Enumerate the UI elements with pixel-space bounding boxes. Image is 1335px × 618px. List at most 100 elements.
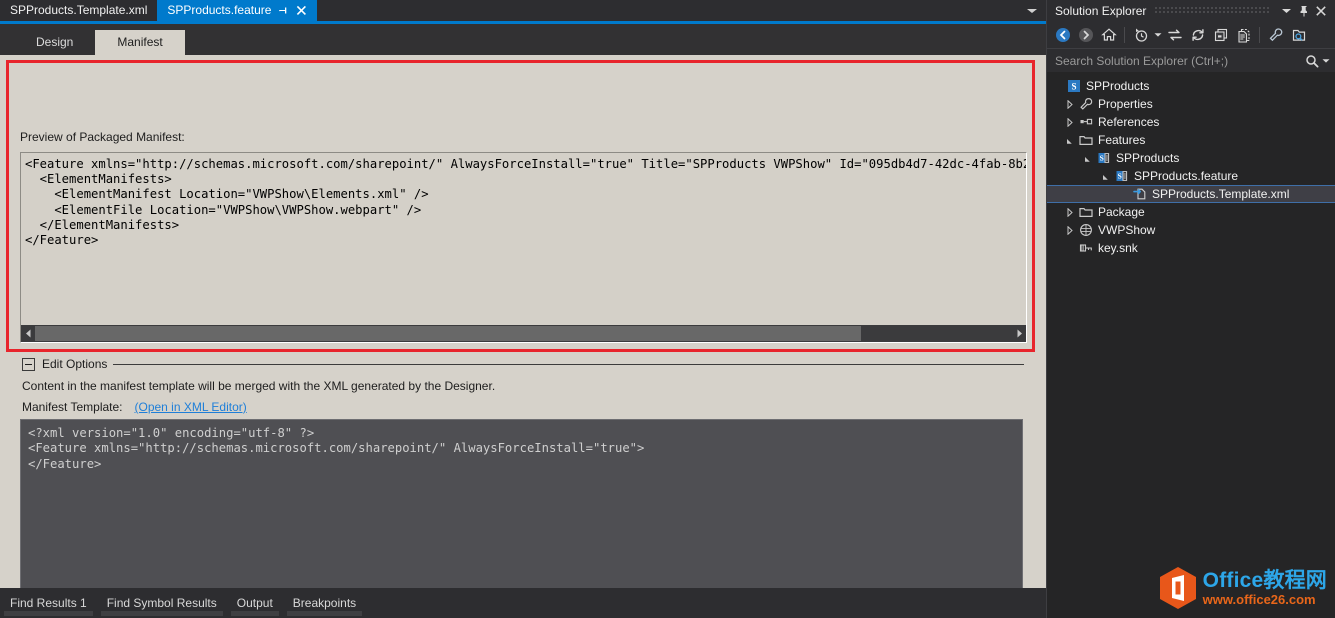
feature-icon: S <box>1113 167 1131 185</box>
search-icon[interactable] <box>1305 54 1319 68</box>
back-icon[interactable] <box>1051 24 1074 46</box>
chevron-down-icon[interactable] <box>1063 131 1077 149</box>
manifest-template-row: Manifest Template: (Open in XML Editor) <box>22 400 247 414</box>
edit-options-title: Edit Options <box>35 357 113 371</box>
drag-handle[interactable] <box>1154 7 1270 15</box>
scroll-left-icon[interactable] <box>21 325 35 342</box>
tree-node-spproducts-feature[interactable]: S SPProducts.feature <box>1047 167 1335 185</box>
chevron-down-icon[interactable] <box>1081 149 1095 167</box>
document-tab-strip: SPProducts.Template.xml SPProducts.featu… <box>0 0 1046 21</box>
packaged-manifest-code: <Feature xmlns="http://schemas.microsoft… <box>25 157 1027 248</box>
tree-node-label: References <box>1098 113 1159 131</box>
tree-node-spproducts-template-xml[interactable]: SPProducts.Template.xml <box>1047 185 1335 203</box>
home-icon[interactable] <box>1097 24 1120 46</box>
tool-window-tab-bar: Find Results 1 Find Symbol Results Outpu… <box>0 588 1046 618</box>
twisty-none <box>1063 239 1077 257</box>
tab-manifest[interactable]: Manifest <box>95 30 184 55</box>
collapse-toggle-button[interactable] <box>22 358 35 371</box>
svg-text:S: S <box>1071 82 1076 92</box>
tree-node-label: SPProducts <box>1086 77 1149 95</box>
scrollbar-track[interactable] <box>35 325 1012 342</box>
tree-node-package[interactable]: Package <box>1047 203 1335 221</box>
chevron-right-icon[interactable] <box>1063 221 1077 239</box>
chevron-right-icon[interactable] <box>1063 95 1077 113</box>
tree-node-label: key.snk <box>1098 239 1138 257</box>
caret-down-icon[interactable] <box>1152 24 1163 46</box>
refresh-icon[interactable] <box>1186 24 1209 46</box>
feature-icon: S <box>1095 149 1113 167</box>
tree-node-key-snk[interactable]: key.snk <box>1047 239 1335 257</box>
document-tab-spproducts-feature[interactable]: SPProducts.feature <box>157 0 317 21</box>
scrollbar-thumb[interactable] <box>35 326 861 341</box>
preview-horizontal-scrollbar[interactable] <box>21 325 1026 342</box>
group-divider <box>113 364 1024 365</box>
preview-selected-items-icon[interactable] <box>1287 24 1310 46</box>
toolbar-separator <box>1124 27 1125 43</box>
pin-icon[interactable] <box>278 5 289 16</box>
tree-node-label: SPProducts.feature <box>1134 167 1238 185</box>
close-icon[interactable] <box>1312 2 1329 20</box>
designer-tab-bar: Design Manifest <box>0 24 1046 55</box>
packaged-manifest-preview[interactable]: <Feature xmlns="http://schemas.microsoft… <box>20 152 1027 343</box>
edit-options-group-header: Edit Options <box>22 357 1024 371</box>
collapse-all-icon[interactable] <box>1209 24 1232 46</box>
open-in-xml-editor-link[interactable]: (Open in XML Editor) <box>135 400 247 414</box>
toolbar-separator <box>1259 27 1260 43</box>
tree-node-features[interactable]: Features <box>1047 131 1335 149</box>
tree-node-label: VWPShow <box>1098 221 1155 239</box>
visual-studio-window: SPProducts.Template.xml SPProducts.featu… <box>0 0 1335 618</box>
folder-icon <box>1077 131 1095 149</box>
tree-node-references[interactable]: References <box>1047 113 1335 131</box>
tab-breakpoints[interactable]: Breakpoints <box>283 588 366 618</box>
tree-node-label: SPProducts <box>1116 149 1179 167</box>
tree-node-spproducts-feature-folder[interactable]: S SPProducts <box>1047 149 1335 167</box>
tab-find-symbol-results[interactable]: Find Symbol Results <box>97 588 227 618</box>
chevron-down-icon[interactable] <box>1278 2 1295 20</box>
solution-explorer-title: Solution Explorer <box>1055 4 1146 18</box>
solution-explorer-header: Solution Explorer <box>1047 0 1335 22</box>
twisty-none <box>1117 185 1131 203</box>
chevron-down-icon[interactable] <box>1322 56 1330 66</box>
tab-find-results-1[interactable]: Find Results 1 <box>0 588 97 618</box>
forward-icon[interactable] <box>1074 24 1097 46</box>
tree-node-properties[interactable]: Properties <box>1047 95 1335 113</box>
chevron-down-icon[interactable] <box>1099 167 1113 185</box>
solution-explorer-panel: Solution Explorer <box>1046 0 1335 618</box>
references-icon <box>1077 113 1095 131</box>
tree-node-label: SPProducts.Template.xml <box>1152 185 1289 203</box>
tree-node-label: Features <box>1098 131 1145 149</box>
manifest-template-label: Manifest Template: <box>22 400 123 414</box>
tab-label: Output <box>237 596 273 610</box>
chevron-right-icon[interactable] <box>1063 203 1077 221</box>
chevron-down-icon[interactable] <box>1018 0 1046 21</box>
manifest-template-code: <?xml version="1.0" encoding="utf-8" ?> … <box>28 426 644 472</box>
document-tab-spproducts-template-xml[interactable]: SPProducts.Template.xml <box>0 0 157 21</box>
tab-output[interactable]: Output <box>227 588 283 618</box>
pending-changes-icon[interactable] <box>1129 24 1152 46</box>
solution-explorer-search[interactable] <box>1047 48 1335 72</box>
wrench-icon <box>1077 95 1095 113</box>
tree-node-label: Properties <box>1098 95 1153 113</box>
tree-node-vwpshow[interactable]: VWPShow <box>1047 221 1335 239</box>
tree-node-spproducts-solution[interactable]: S SPProducts <box>1047 77 1335 95</box>
pin-icon[interactable] <box>1295 2 1312 20</box>
solution-icon: S <box>1065 77 1083 95</box>
key-icon <box>1077 239 1095 257</box>
search-input[interactable] <box>1055 54 1305 68</box>
xml-file-icon <box>1131 185 1149 203</box>
document-tab-label: SPProducts.feature <box>167 0 271 21</box>
manifest-template-editor[interactable]: <?xml version="1.0" encoding="utf-8" ?> … <box>20 419 1023 600</box>
properties-icon[interactable] <box>1264 24 1287 46</box>
solution-tree: S SPProducts Properties <box>1047 72 1335 618</box>
sync-with-active-document-icon[interactable] <box>1163 24 1186 46</box>
tab-strip-spacer <box>317 0 1018 21</box>
tab-design-label: Design <box>36 35 73 49</box>
document-tab-label: SPProducts.Template.xml <box>10 0 147 21</box>
chevron-right-icon[interactable] <box>1063 113 1077 131</box>
close-icon[interactable] <box>296 5 307 16</box>
tab-design[interactable]: Design <box>14 30 95 55</box>
scroll-right-icon[interactable] <box>1012 325 1026 342</box>
tree-node-label: Package <box>1098 203 1145 221</box>
show-all-files-icon[interactable] <box>1232 24 1255 46</box>
editor-pane: SPProducts.Template.xml SPProducts.featu… <box>0 0 1046 618</box>
